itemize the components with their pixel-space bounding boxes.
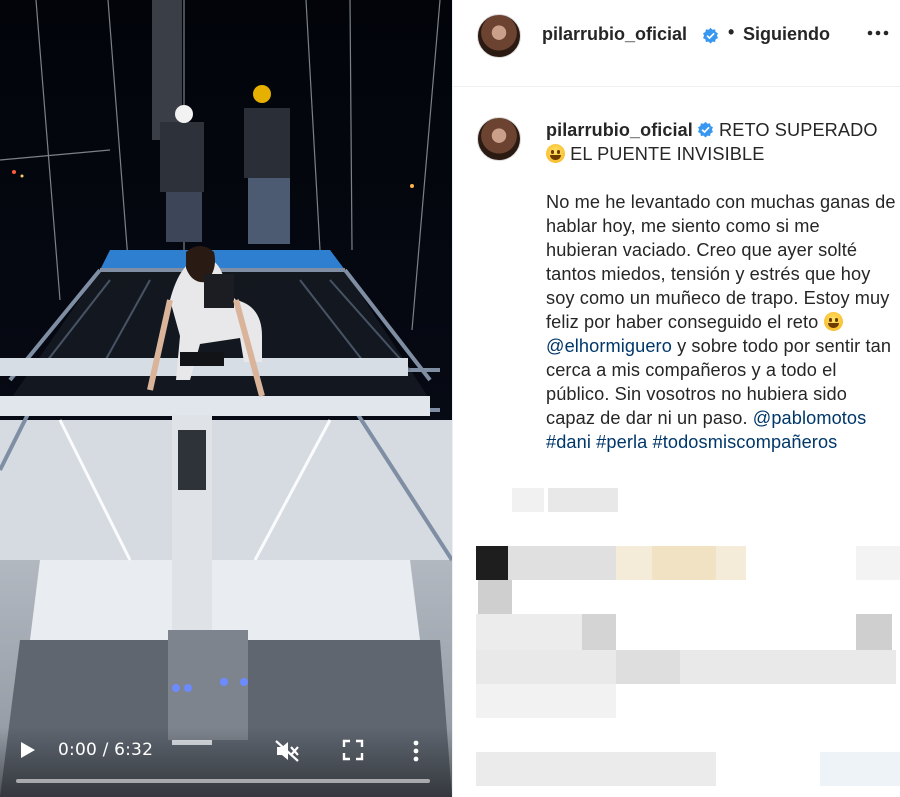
hashtag-dani[interactable]: #dani <box>546 432 591 452</box>
caption-body: No me he levantado con muchas ganas de h… <box>546 190 896 454</box>
video-controls: 0:00 / 6:32 <box>0 727 452 797</box>
hashtag-perla[interactable]: #perla <box>596 432 647 452</box>
smiley-emoji-icon <box>823 312 843 331</box>
caption-title: pilarrubio_oficial RETO SUPERADO EL PUEN… <box>546 118 896 166</box>
video-progress-bar[interactable] <box>16 779 430 783</box>
caption-body-part1: No me he levantado con muchas ganas de h… <box>546 192 896 332</box>
play-icon[interactable] <box>16 739 38 761</box>
vertical-dots-icon[interactable] <box>408 739 424 763</box>
avatar[interactable] <box>477 14 521 58</box>
caption-title-line1: RETO SUPERADO <box>719 120 878 140</box>
instagram-post: 0:00 / 6:32 pilarrubio_oficial • Siguien… <box>0 0 900 797</box>
caption-title-line2: EL PUENTE INVISIBLE <box>570 144 765 164</box>
post-header: pilarrubio_oficial • Siguiendo <box>453 0 900 87</box>
mention-elhormiguero[interactable]: @elhormiguero <box>546 336 672 356</box>
header-username[interactable]: pilarrubio_oficial <box>542 24 687 45</box>
fullscreen-icon[interactable] <box>342 739 364 761</box>
mention-pablomotos[interactable]: @pablomotos <box>753 408 867 428</box>
following-button[interactable]: Siguiendo <box>743 24 830 45</box>
post-caption: pilarrubio_oficial RETO SUPERADO EL PUEN… <box>546 118 896 478</box>
caption-username[interactable]: pilarrubio_oficial <box>546 120 693 140</box>
verified-badge-icon <box>703 27 718 44</box>
video-time-display: 0:00 / 6:32 <box>58 740 154 760</box>
video-frame <box>0 0 452 797</box>
hashtag-todosmiscompaneros[interactable]: #todosmiscompañeros <box>653 432 838 452</box>
separator-dot: • <box>728 22 735 42</box>
horizontal-dots-icon[interactable] <box>865 22 891 44</box>
video-player[interactable]: 0:00 / 6:32 <box>0 0 452 797</box>
caption-avatar[interactable] <box>477 117 521 161</box>
pixelated-comments-area <box>456 488 900 797</box>
muted-speaker-icon[interactable] <box>274 739 300 763</box>
smiley-emoji-icon <box>546 144 565 163</box>
verified-badge-icon <box>697 121 713 138</box>
